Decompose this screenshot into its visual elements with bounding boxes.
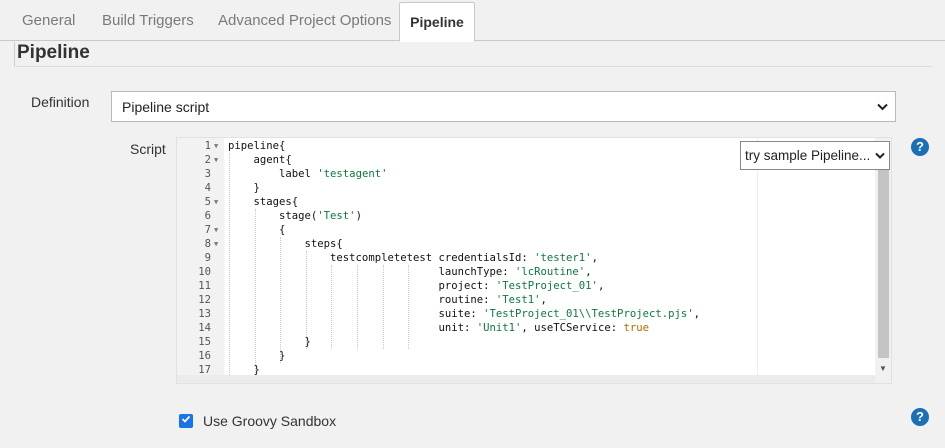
code-line[interactable]: 5 ▼ stages{ <box>177 195 737 209</box>
definition-label: Definition <box>31 94 90 110</box>
code-text: { <box>228 224 286 236</box>
code-text: stage('Test') <box>228 210 362 222</box>
code-line[interactable]: 7 ▼ { <box>177 223 737 237</box>
line-number: 5 <box>204 196 211 208</box>
use-groovy-sandbox-label: Use Groovy Sandbox <box>203 413 337 429</box>
code-text: } <box>228 336 311 348</box>
scrollbar-thumb[interactable] <box>878 168 889 358</box>
code-line[interactable]: 4 } <box>177 181 737 195</box>
line-number: 13 <box>198 308 211 320</box>
code-text: unit: 'Unit1', useTCService: true <box>228 322 649 334</box>
code-text: } <box>228 350 286 362</box>
fold-arrow-icon[interactable]: ▼ <box>214 223 218 237</box>
fold-arrow-icon[interactable]: ▼ <box>214 237 218 251</box>
code-line[interactable]: 15 } <box>177 335 737 349</box>
script-label: Script <box>130 141 166 157</box>
use-groovy-sandbox-checkbox[interactable] <box>179 414 193 428</box>
code-text: testcompletetest credentialsId: 'tester1… <box>228 252 598 264</box>
line-number: 7 <box>204 224 211 236</box>
fold-arrow-icon[interactable]: ▼ <box>214 195 218 209</box>
code-line[interactable]: 10 launchType: 'lcRoutine', <box>177 265 737 279</box>
code-text: routine: 'Test1', <box>228 294 547 306</box>
code-line[interactable]: 6 stage('Test') <box>177 209 737 223</box>
line-number: 16 <box>198 350 211 362</box>
code-line[interactable]: 13 suite: 'TestProject_01\\TestProject.p… <box>177 307 737 321</box>
code-text: stages{ <box>228 196 299 208</box>
chevron-down-icon <box>877 92 888 122</box>
try-sample-pipeline-select[interactable]: try sample Pipeline... <box>740 141 890 170</box>
definition-select[interactable]: Pipeline script <box>111 91 896 122</box>
fold-arrow-icon[interactable]: ▼ <box>214 153 218 167</box>
line-number: 9 <box>204 252 211 264</box>
vertical-scrollbar[interactable]: ▼ <box>875 138 891 383</box>
definition-select-value: Pipeline script <box>122 99 210 115</box>
code-line[interactable]: 14 unit: 'Unit1', useTCService: true <box>177 321 737 335</box>
code-text: pipeline{ <box>228 140 286 152</box>
line-number: 15 <box>198 336 211 348</box>
code-text: agent{ <box>228 154 292 166</box>
check-icon <box>181 415 191 423</box>
code-line[interactable]: 9 testcompletetest credentialsId: 'teste… <box>177 251 737 265</box>
code-text: launchType: 'lcRoutine', <box>228 266 592 278</box>
code-line[interactable]: 12 routine: 'Test1', <box>177 293 737 307</box>
code-text: label 'testagent' <box>228 168 388 180</box>
code-line[interactable]: 2 ▼ agent{ <box>177 153 737 167</box>
line-number: 2 <box>204 154 211 166</box>
line-number: 12 <box>198 294 211 306</box>
line-number: 14 <box>198 322 211 334</box>
line-number: 3 <box>204 168 211 180</box>
tab-advanced-project-options[interactable]: Advanced Project Options <box>218 0 391 40</box>
code-text: } <box>228 182 260 194</box>
print-margin <box>757 138 758 383</box>
sample-select-value: try sample Pipeline... <box>745 148 871 163</box>
code-line[interactable]: 1 ▼ pipeline{ <box>177 139 737 153</box>
tab-build-triggers[interactable]: Build Triggers <box>102 0 194 40</box>
section-rule <box>14 66 932 67</box>
line-number: 4 <box>204 182 211 194</box>
line-number: 1 <box>204 140 211 152</box>
chevron-down-icon <box>875 142 885 169</box>
section-divider <box>14 42 15 66</box>
line-number: 6 <box>204 210 211 222</box>
fold-arrow-icon[interactable]: ▼ <box>214 139 218 153</box>
line-number: 11 <box>198 280 211 292</box>
code-line[interactable]: 16 } <box>177 349 737 363</box>
scroll-down-arrow-icon[interactable]: ▼ <box>879 364 887 373</box>
section-title: Pipeline <box>17 42 90 63</box>
line-number: 8 <box>204 238 211 250</box>
script-editor[interactable]: 1 ▼ pipeline{2 ▼ agent{3 label 'testagent' 4… <box>176 137 892 384</box>
line-number: 10 <box>198 266 211 278</box>
code-line[interactable]: 3 label 'testagent' <box>177 167 737 181</box>
horizontal-scrollbar[interactable] <box>177 375 875 383</box>
tab-general[interactable]: General <box>22 0 75 40</box>
code-text: steps{ <box>228 238 343 250</box>
code-line[interactable]: 11 project: 'TestProject_01', <box>177 279 737 293</box>
code-text: project: 'TestProject_01', <box>228 280 605 292</box>
help-icon[interactable]: ? <box>911 138 929 156</box>
code-line[interactable]: 8 ▼ steps{ <box>177 237 737 251</box>
help-icon[interactable]: ? <box>911 408 929 426</box>
tab-pipeline[interactable]: Pipeline <box>399 2 475 42</box>
tab-bar: General Build Triggers Advanced Project … <box>0 0 945 42</box>
code-text: suite: 'TestProject_01\\TestProject.pjs'… <box>228 308 700 320</box>
